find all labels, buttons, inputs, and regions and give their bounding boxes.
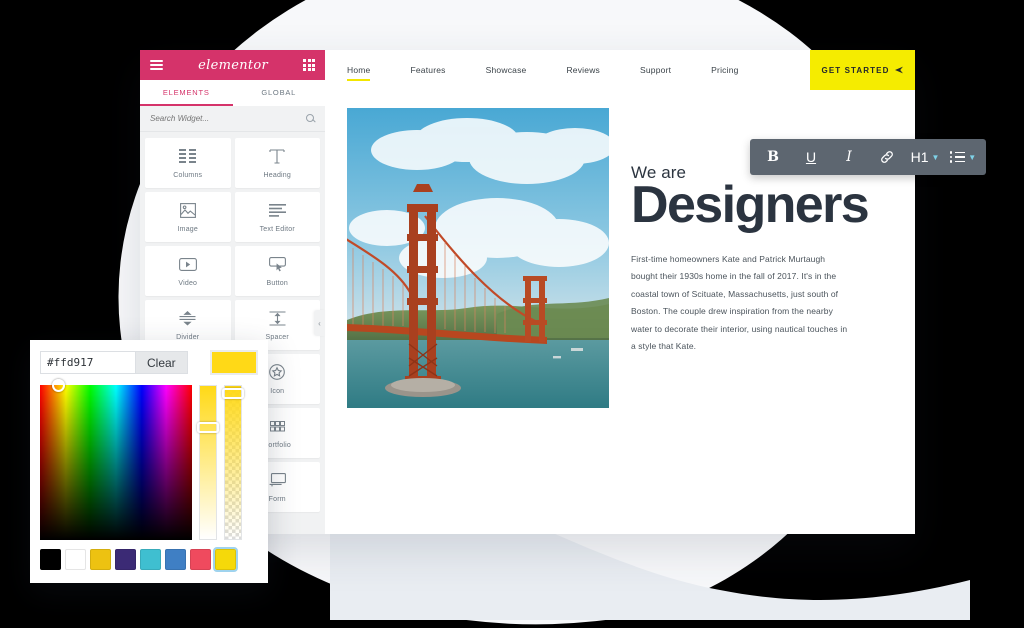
elementor-logo: elementor bbox=[198, 57, 269, 73]
grid-apps-icon[interactable] bbox=[303, 59, 315, 71]
widget-heading[interactable]: Heading bbox=[234, 138, 320, 188]
hero-body-copy: First-time homeowners Kate and Patrick M… bbox=[631, 253, 848, 352]
color-picker-panel: Clear bbox=[30, 340, 268, 583]
video-play-icon bbox=[178, 255, 197, 273]
widget-label: Image bbox=[177, 226, 198, 233]
divider-icon bbox=[179, 309, 196, 327]
hero-headline: Designers bbox=[631, 176, 870, 234]
panel-collapse-toggle[interactable]: ‹ bbox=[314, 310, 325, 336]
widget-label: Text Editor bbox=[259, 226, 295, 233]
bullet-list-icon bbox=[949, 151, 966, 163]
search-widget-row bbox=[140, 106, 325, 132]
alpha-slider[interactable] bbox=[222, 385, 244, 540]
star-circle-icon bbox=[269, 363, 286, 381]
arrow-right-icon bbox=[895, 66, 904, 74]
swatch-1[interactable] bbox=[40, 549, 61, 570]
swatch-5[interactable] bbox=[140, 549, 161, 570]
chevron-down-icon: ▼ bbox=[968, 152, 977, 162]
tab-global[interactable]: GLOBAL bbox=[233, 80, 326, 106]
widget-button[interactable]: Button bbox=[234, 246, 320, 296]
nav-item-showcase[interactable]: Showcase bbox=[486, 50, 527, 90]
search-icon[interactable] bbox=[306, 114, 315, 123]
columns-icon bbox=[179, 147, 197, 165]
widget-columns[interactable]: Columns bbox=[145, 138, 231, 188]
clear-button[interactable]: Clear bbox=[136, 351, 188, 374]
heading-t-icon bbox=[269, 147, 285, 165]
text-format-toolbar: B U I H1 ▼ ▼ bbox=[750, 139, 986, 175]
color-swatch-row bbox=[40, 547, 258, 572]
saturation-handle[interactable] bbox=[52, 379, 65, 392]
screenshot-stage: elementor ELEMENTS GLOBAL Search Widget.… bbox=[0, 0, 1024, 628]
list-style-dropdown[interactable]: ▼ bbox=[944, 139, 982, 175]
search-input[interactable] bbox=[150, 114, 306, 123]
nav-item-support[interactable]: Support bbox=[640, 50, 671, 90]
site-preview: ‹ Home Features Showcase Reviews Support… bbox=[314, 50, 915, 534]
heading-level-dropdown[interactable]: H1 ▼ bbox=[906, 139, 944, 175]
saturation-gradient-area[interactable] bbox=[40, 379, 192, 540]
widget-label: Button bbox=[266, 280, 288, 287]
portfolio-grid-icon bbox=[269, 417, 285, 435]
swatch-7[interactable] bbox=[190, 549, 211, 570]
underline-button[interactable]: U bbox=[792, 139, 830, 175]
image-icon bbox=[179, 201, 196, 219]
brightness-slider[interactable] bbox=[197, 385, 219, 540]
color-picker-body bbox=[40, 379, 258, 540]
nav-item-home[interactable]: Home bbox=[347, 50, 371, 90]
swatch-3[interactable] bbox=[90, 549, 111, 570]
widget-label: Video bbox=[178, 280, 198, 287]
site-topnav: Home Features Showcase Reviews Support P… bbox=[325, 50, 915, 90]
widget-video[interactable]: Video bbox=[145, 246, 231, 296]
alpha-slider-knob[interactable] bbox=[222, 388, 244, 399]
nav-item-features[interactable]: Features bbox=[410, 50, 445, 90]
get-started-label: GET STARTED bbox=[821, 65, 890, 75]
widget-label: Form bbox=[268, 496, 286, 503]
heading-level-label: H1 bbox=[910, 149, 929, 165]
italic-button[interactable]: I bbox=[830, 139, 868, 175]
tab-elements[interactable]: ELEMENTS bbox=[140, 80, 233, 106]
link-chain-icon bbox=[880, 150, 894, 164]
bold-button[interactable]: B bbox=[754, 139, 792, 175]
hero-image bbox=[347, 108, 609, 408]
spacer-icon bbox=[269, 309, 286, 327]
swatch-4[interactable] bbox=[115, 549, 136, 570]
chevron-down-icon: ▼ bbox=[931, 152, 940, 162]
nav-item-pricing[interactable]: Pricing bbox=[711, 50, 738, 90]
hex-input[interactable] bbox=[40, 351, 136, 374]
color-preview-swatch bbox=[210, 350, 258, 375]
swatch-6[interactable] bbox=[165, 549, 186, 570]
nav-links: Home Features Showcase Reviews Support P… bbox=[325, 50, 810, 90]
color-picker-header: Clear bbox=[40, 350, 258, 375]
swatch-2[interactable] bbox=[65, 549, 86, 570]
panel-tabs: ELEMENTS GLOBAL bbox=[140, 80, 325, 106]
widget-label: Icon bbox=[270, 388, 285, 395]
chevron-left-icon: ‹ bbox=[318, 318, 321, 328]
panel-header: elementor bbox=[140, 50, 325, 80]
link-button[interactable] bbox=[868, 139, 906, 175]
swatch-8[interactable] bbox=[213, 547, 238, 572]
widget-image[interactable]: Image bbox=[145, 192, 231, 242]
widget-label: Columns bbox=[173, 172, 203, 179]
nav-item-reviews[interactable]: Reviews bbox=[566, 50, 600, 90]
form-screen-icon bbox=[269, 471, 286, 489]
get-started-button[interactable]: GET STARTED bbox=[810, 50, 915, 90]
widget-label: Spacer bbox=[265, 334, 289, 341]
brightness-slider-knob[interactable] bbox=[197, 422, 219, 433]
widget-text-editor[interactable]: Text Editor bbox=[234, 192, 320, 242]
hero-section: We are Designers First-time homeowners K… bbox=[325, 90, 915, 408]
text-lines-icon bbox=[268, 201, 286, 219]
button-cursor-icon bbox=[268, 255, 286, 273]
hamburger-icon[interactable] bbox=[150, 58, 163, 73]
widget-label: Heading bbox=[263, 172, 291, 179]
